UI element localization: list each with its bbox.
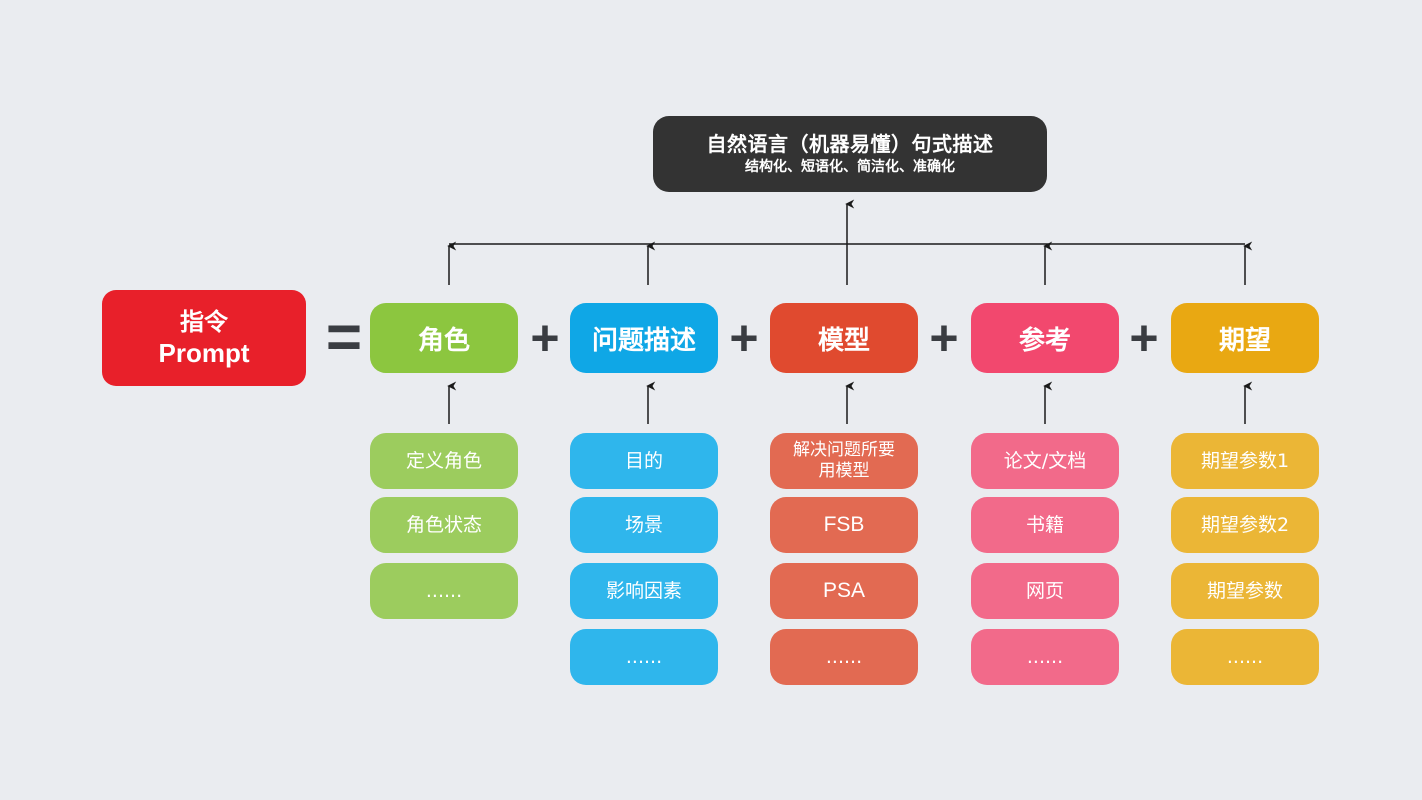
problem-item-ellipsis: ...... [570,629,718,685]
model-item: FSB [770,497,918,553]
natural-language-subtitle: 结构化、短语化、简洁化、准确化 [745,159,955,175]
reference-item: 网页 [971,563,1119,619]
model-item-ellipsis: ...... [770,629,918,685]
reference-item-ellipsis: ...... [971,629,1119,685]
reference-item: 论文/文档 [971,433,1119,489]
problem-item: 目的 [570,433,718,489]
expectation-item: 期望参数2 [1171,497,1319,553]
plus-sign-4: + [1129,310,1159,366]
plus-sign-3: + [929,310,959,366]
equals-sign: = [325,303,363,372]
role-item: 定义角色 [370,433,518,489]
category-reference: 参考 [971,303,1119,373]
problem-item: 影响因素 [570,563,718,619]
expectation-item: 期望参数 [1171,563,1319,619]
problem-item: 场景 [570,497,718,553]
model-item: 解决问题所要用模型 [770,433,918,489]
model-item: PSA [770,563,918,619]
category-problem-description: 问题描述 [570,303,718,373]
category-role: 角色 [370,303,518,373]
category-expectation: 期望 [1171,303,1319,373]
prompt-label-en: Prompt [158,338,250,368]
prompt-label-cn: 指令 [180,308,228,336]
expectation-item-ellipsis: ...... [1171,629,1319,685]
expectation-item: 期望参数1 [1171,433,1319,489]
natural-language-box: 自然语言（机器易懂）句式描述 结构化、短语化、简洁化、准确化 [653,116,1047,192]
category-model: 模型 [770,303,918,373]
role-item: 角色状态 [370,497,518,553]
plus-sign-1: + [530,310,560,366]
plus-sign-2: + [729,310,759,366]
natural-language-title: 自然语言（机器易懂）句式描述 [706,132,994,156]
prompt-box: 指令 Prompt [102,290,306,386]
role-item-ellipsis: ...... [370,563,518,619]
reference-item: 书籍 [971,497,1119,553]
